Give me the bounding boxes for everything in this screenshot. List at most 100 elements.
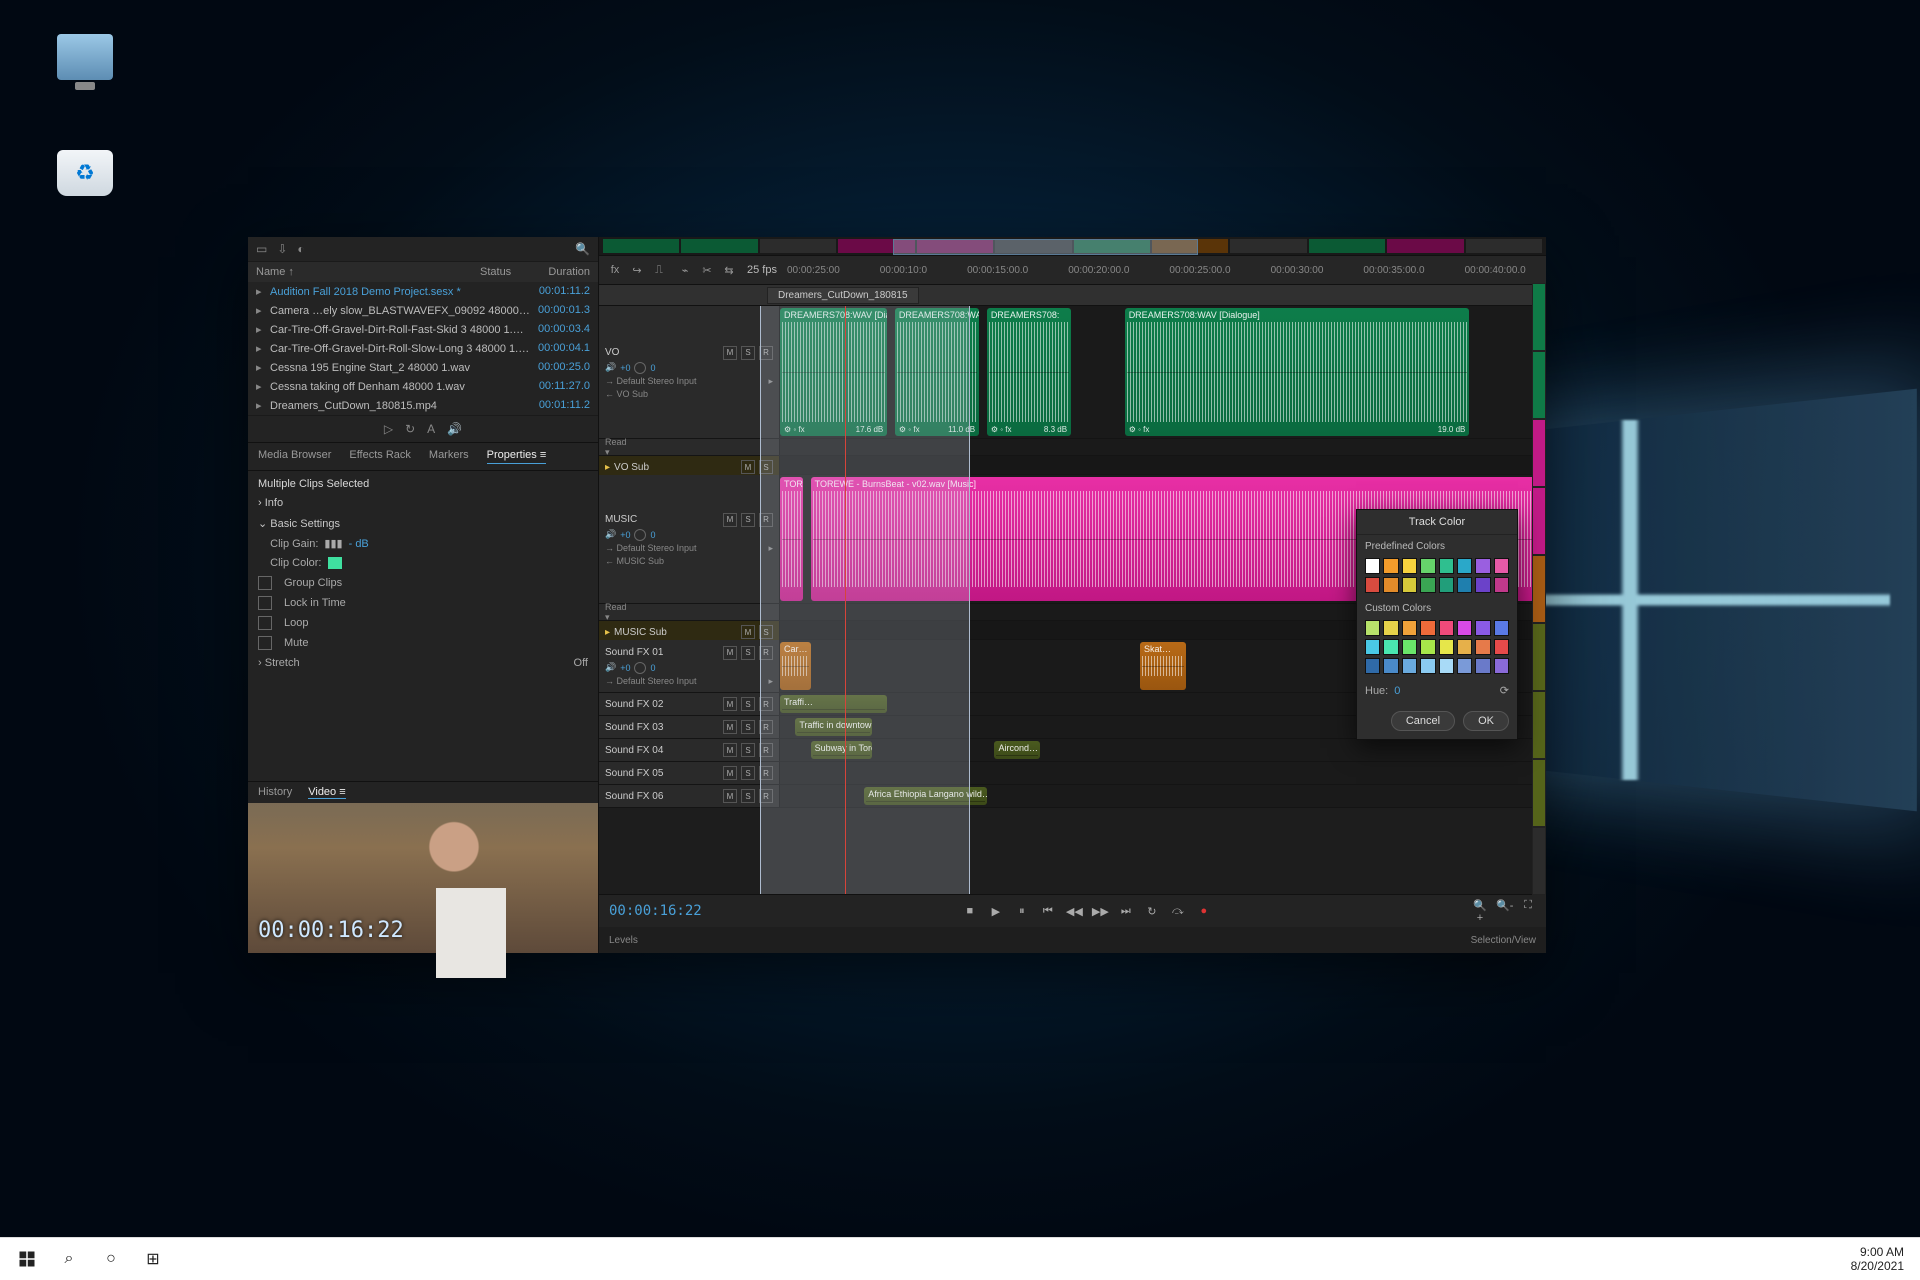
track-r-button[interactable]: R (759, 346, 773, 360)
pause-button[interactable]: ⏸ (1014, 905, 1030, 918)
ok-button[interactable]: OK (1463, 711, 1509, 731)
color-swatch[interactable] (1475, 558, 1490, 574)
zoom-in-icon[interactable]: 🔍+ (1472, 899, 1488, 924)
track-lane[interactable] (780, 762, 1546, 784)
gain-value[interactable]: - dB (349, 538, 369, 550)
vol-icon[interactable]: 🔊 (605, 662, 616, 673)
task-view-button[interactable]: ⊞ (132, 1238, 174, 1280)
tab-markers[interactable]: Markers (429, 449, 469, 464)
track-header[interactable]: MUSICMSR🔊+00→ Default Stereo Input ▸← MU… (599, 475, 780, 603)
color-swatch[interactable] (1365, 639, 1380, 655)
time-ruler[interactable]: 00:00:25:0000:00:10:000:00:15:00.000:00:… (787, 265, 1538, 276)
color-swatch[interactable] (1439, 620, 1454, 636)
tab-effects-rack[interactable]: Effects Rack (349, 449, 411, 464)
color-swatch[interactable] (1420, 577, 1435, 593)
color-swatch[interactable] (1439, 658, 1454, 674)
gain-slider-icon[interactable]: ▮▮▮ (324, 537, 342, 550)
color-swatch[interactable] (1402, 620, 1417, 636)
preview-loop-icon[interactable]: ↻ (405, 422, 415, 436)
file-row[interactable]: ▸Cessna 195 Engine Start_2 48000 1.wav00… (248, 358, 598, 377)
search-icon[interactable]: 🔍 (575, 242, 590, 256)
color-swatch[interactable] (1365, 620, 1380, 636)
color-swatch[interactable] (1457, 577, 1472, 593)
end-button[interactable]: ⏭ (1118, 905, 1134, 918)
system-clock[interactable]: 9:00 AM 8/20/2021 (1851, 1245, 1914, 1273)
snap-icon[interactable]: ⌁ (677, 264, 693, 277)
hue-value[interactable]: 0 (1394, 685, 1400, 697)
track-header[interactable]: Sound FX 05MSR (599, 762, 780, 784)
track-header[interactable]: Sound FX 03MSR (599, 716, 780, 738)
audio-clip[interactable]: DREAMERS708:WAV [Dialogue]⚙ ◦ fx17.6 dB (780, 308, 887, 436)
color-swatch[interactable] (1494, 558, 1509, 574)
ffwd-button[interactable]: ▶▶ (1092, 905, 1108, 918)
zoom-fit-icon[interactable]: ⛶ (1520, 899, 1536, 924)
audio-clip[interactable]: Aircond… (994, 741, 1040, 759)
sends-icon[interactable]: ↪ (629, 264, 645, 277)
audio-clip[interactable]: DREAMERS708:WAV [Dialogue]⚙ ◦ fx19.0 dB (1125, 308, 1470, 436)
color-swatch[interactable] (1457, 558, 1472, 574)
track-m-button[interactable]: M (723, 697, 737, 711)
search-button[interactable]: ⌕ (48, 1238, 90, 1280)
track-m-button[interactable]: M (723, 789, 737, 803)
track-m-button[interactable]: M (723, 743, 737, 757)
color-swatch[interactable] (1494, 620, 1509, 636)
audio-clip[interactable]: DREAMERS708:⚙ ◦ fx8.3 dB (987, 308, 1071, 436)
tool-icon[interactable]: ✂ (699, 264, 715, 277)
color-swatch[interactable] (1365, 558, 1380, 574)
track-lane[interactable]: Subway in Toront…Aircond… (780, 739, 1546, 761)
tab-history[interactable]: History (258, 786, 292, 799)
timeline-overview[interactable] (599, 237, 1546, 256)
track-m-button[interactable]: M (723, 646, 737, 660)
cortana-button[interactable]: ○ (90, 1238, 132, 1280)
track-r-button[interactable]: R (759, 720, 773, 734)
track-header[interactable]: Sound FX 02MSR (599, 693, 780, 715)
desktop-icon-this-pc[interactable] (40, 34, 130, 86)
desktop-icon-recycle-bin[interactable] (40, 150, 130, 202)
color-swatch[interactable] (1383, 577, 1398, 593)
color-swatch[interactable] (1475, 639, 1490, 655)
rewind-button[interactable]: ◀◀ (1066, 905, 1082, 918)
fx-icon[interactable]: fx (607, 264, 623, 277)
skip-button[interactable]: ⤼ (1170, 905, 1186, 918)
pan-knob[interactable] (634, 529, 646, 541)
cancel-button[interactable]: Cancel (1391, 711, 1455, 731)
track-s-button[interactable]: S (741, 697, 755, 711)
preview-autoplay-icon[interactable]: A (427, 422, 435, 436)
color-swatch[interactable] (1475, 620, 1490, 636)
track-m-button[interactable]: M (723, 766, 737, 780)
color-swatch[interactable] (1475, 658, 1490, 674)
sequence-tab[interactable]: Dreamers_CutDown_180815 (767, 287, 919, 304)
pan-knob[interactable] (634, 662, 646, 674)
color-swatch[interactable] (1494, 639, 1509, 655)
stop-button[interactable]: ■ (962, 905, 978, 918)
track-header[interactable]: Sound FX 01MSR🔊+00→ Default Stereo Input… (599, 640, 780, 692)
lock-in-time[interactable]: Lock in Time (258, 593, 588, 613)
rtz-button[interactable]: ⏮ (1040, 905, 1056, 918)
audio-clip[interactable]: TOREWE (780, 477, 803, 601)
color-swatch[interactable] (1402, 558, 1417, 574)
color-swatch[interactable] (1383, 639, 1398, 655)
automation-mode[interactable]: Read▾ (599, 604, 780, 620)
file-row[interactable]: ▸Cessna taking off Denham 48000 1.wav00:… (248, 377, 598, 396)
color-swatch[interactable] (1439, 639, 1454, 655)
color-swatch[interactable] (1402, 577, 1417, 593)
track-s-button[interactable]: S (741, 720, 755, 734)
track-r-button[interactable]: R (759, 513, 773, 527)
tab-properties[interactable]: Properties ≡ (487, 449, 547, 464)
audio-clip[interactable]: Africa Ethiopia Langano wild… (864, 787, 987, 805)
fps-display[interactable]: 25 fps (747, 264, 777, 276)
file-row[interactable]: ▸Audition Fall 2018 Demo Project.sesx *0… (248, 282, 598, 301)
tab-media-browser[interactable]: Media Browser (258, 449, 331, 464)
color-swatch[interactable] (1475, 577, 1490, 593)
track-header[interactable]: VOMSR🔊+00→ Default Stereo Input ▸← VO Su… (599, 306, 780, 438)
color-swatch[interactable] (1420, 658, 1435, 674)
audio-clip[interactable]: Traffic in downtow… (795, 718, 872, 736)
import-icon[interactable]: ⇩ (277, 242, 287, 256)
color-swatch[interactable] (1439, 577, 1454, 593)
color-swatch[interactable] (1457, 620, 1472, 636)
clip-color-swatch[interactable] (327, 556, 343, 570)
audio-clip[interactable]: Traffi… (780, 695, 887, 713)
track-m-button[interactable]: M (723, 346, 737, 360)
file-row[interactable]: ▸Car-Tire-Off-Gravel-Dirt-Roll-Slow-Long… (248, 339, 598, 358)
audio-clip[interactable]: DREAMERS708:WAV⚙ ◦ fx11.0 dB (895, 308, 979, 436)
